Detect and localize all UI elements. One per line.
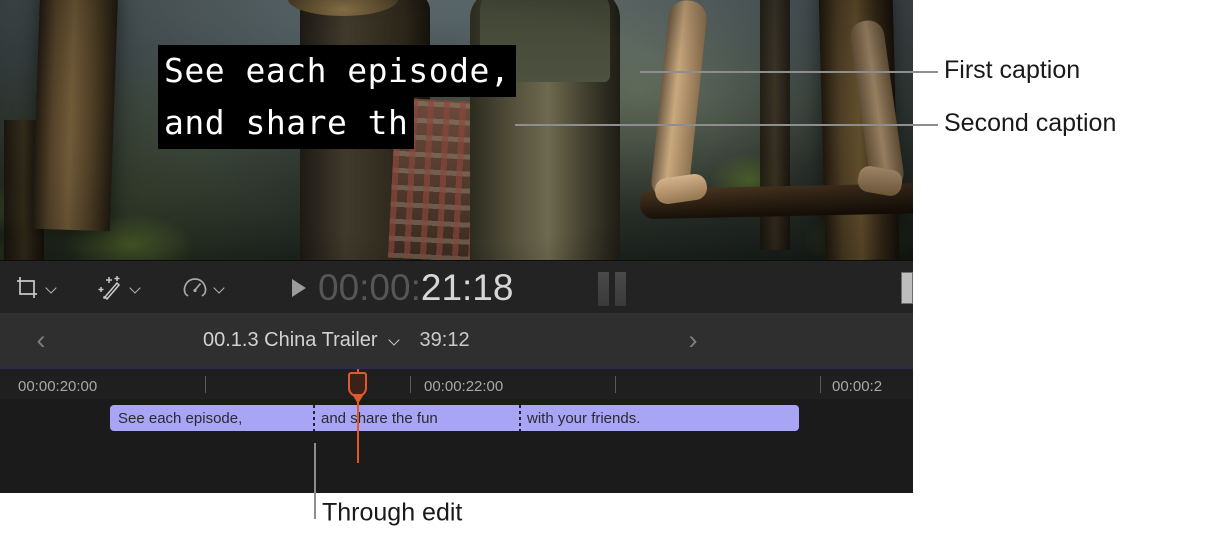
chevron-down-icon[interactable] xyxy=(131,284,142,291)
caption-line-1: See each episode, xyxy=(158,45,517,97)
caption-clip-label: with your friends. xyxy=(527,409,641,427)
ruler-tick xyxy=(615,376,616,393)
audio-meter-left xyxy=(598,272,609,306)
audio-level-meter-icon[interactable] xyxy=(598,272,632,306)
magic-wand-icon xyxy=(98,275,121,300)
caption-clip[interactable]: See each episode, xyxy=(110,405,313,431)
clip-boundary-dashed xyxy=(313,405,315,431)
callout-leader-second-caption xyxy=(515,124,938,126)
ruler-tick xyxy=(410,376,411,393)
crop-icon xyxy=(17,276,37,298)
chevron-down-icon[interactable] xyxy=(47,284,58,291)
callout-label-second-caption: Second caption xyxy=(944,109,1117,137)
project-navigation-bar: ‹ › 00.1.3 China Trailer 39:12 xyxy=(0,313,913,369)
ruler-timecode-label: 00:00:22:00 xyxy=(424,378,504,395)
enhance-tool-button[interactable] xyxy=(96,261,142,314)
project-duration: 39:12 xyxy=(419,328,470,351)
speedometer-icon xyxy=(183,277,207,297)
video-viewer[interactable]: See each episode, and share th xyxy=(0,0,913,260)
ruler-tick xyxy=(205,376,206,393)
transport-controls: 00:00:21:18 xyxy=(292,261,513,314)
playhead-handle-notch xyxy=(353,394,362,402)
caption-clip-track[interactable]: See each episode, and share the fun with y… xyxy=(110,405,799,431)
project-title[interactable]: 00.1.3 China Trailer xyxy=(203,329,378,352)
chevron-down-icon[interactable] xyxy=(389,336,401,344)
callout-leader-first-caption xyxy=(640,71,938,73)
playhead-handle[interactable] xyxy=(348,372,367,404)
callout-label-through-edit: Through edit xyxy=(322,498,463,527)
callout-label-first-caption: First caption xyxy=(944,56,1081,84)
play-triangle-icon[interactable] xyxy=(292,278,306,297)
final-cut-pro-window: See each episode, and share th 00:00:21:… xyxy=(0,0,913,493)
ruler-timecode-label: 00:00:20:00 xyxy=(18,378,98,395)
clip-boundary-dashed xyxy=(519,405,521,431)
toolbar-edge-control[interactable] xyxy=(901,272,913,304)
caption-clip-label: and share the fun xyxy=(321,409,438,427)
timecode-seconds-frames: 21:18 xyxy=(420,267,514,308)
caption-overlay[interactable]: See each episode, and share th xyxy=(158,45,517,149)
caption-clip[interactable]: with your friends. xyxy=(519,405,799,431)
timecode-hours-minutes: 00:00: xyxy=(318,267,421,308)
timeline-ruler[interactable]: 00:00:20:00 00:00:22:00 00:00:2 xyxy=(0,369,913,399)
project-title-group: 00.1.3 China Trailer 39:12 xyxy=(0,313,913,367)
audio-meter-right xyxy=(615,272,626,306)
ruler-timecode-label: 00:00:2 xyxy=(832,378,883,395)
ruler-tick xyxy=(820,376,821,393)
caption-clip-label: See each episode, xyxy=(118,409,243,427)
caption-clip[interactable]: and share the fun xyxy=(313,405,519,431)
timeline-body[interactable]: See each episode, and share the fun with y… xyxy=(0,399,913,493)
viewer-toolbar: 00:00:21:18 xyxy=(0,260,913,315)
timeline-panel[interactable]: 00:00:20:00 00:00:22:00 00:00:2 See each e… xyxy=(0,369,913,493)
chevron-down-icon[interactable] xyxy=(215,284,226,291)
callout-leader-through-edit xyxy=(314,443,316,519)
timecode-display[interactable]: 00:00:21:18 xyxy=(318,269,513,306)
crop-tool-button[interactable] xyxy=(14,261,58,314)
caption-line-2: and share th xyxy=(158,97,415,149)
retime-tool-button[interactable] xyxy=(182,261,226,314)
